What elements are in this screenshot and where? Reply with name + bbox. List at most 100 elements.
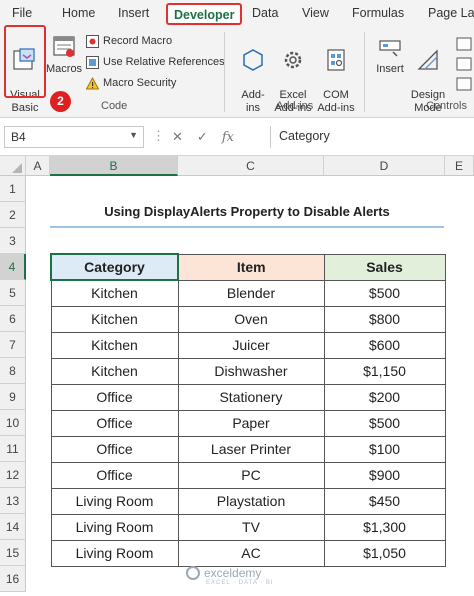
table-row: Office Stationery $200 — [50, 383, 446, 411]
item-cell[interactable]: Blender — [177, 279, 325, 307]
title-underline — [50, 226, 444, 228]
column-header-c[interactable]: C — [178, 156, 324, 176]
ribbon: Visual Basic Macros Record Macro Use Rel… — [0, 28, 474, 118]
category-cell[interactable]: Office — [50, 383, 179, 411]
tab-data[interactable]: Data — [252, 6, 278, 20]
exceldemy-logo-icon — [186, 566, 200, 580]
row-header[interactable]: 10 — [0, 410, 26, 436]
row-header[interactable]: 14 — [0, 514, 26, 540]
row-header[interactable]: 12 — [0, 462, 26, 488]
item-cell[interactable]: AC — [177, 539, 325, 567]
cancel-icon[interactable]: ✕ — [172, 129, 183, 145]
category-cell[interactable]: Office — [50, 461, 179, 489]
sales-cell[interactable]: $200 — [323, 383, 446, 411]
row-header[interactable]: 16 — [0, 566, 26, 592]
tab-developer[interactable]: Developer — [166, 3, 243, 25]
addins-label: Add- ins — [241, 89, 265, 114]
sales-cell[interactable]: $600 — [323, 331, 446, 359]
sales-cell[interactable]: $450 — [323, 487, 446, 515]
item-cell[interactable]: TV — [177, 513, 325, 541]
table-row: Kitchen Blender $500 — [50, 279, 446, 307]
more-options-icon[interactable]: ⋮ — [152, 128, 165, 144]
sales-cell[interactable]: $1,150 — [323, 357, 446, 385]
record-macro-label: Record Macro — [103, 35, 173, 47]
row-header[interactable]: 11 — [0, 436, 26, 462]
column-header-d[interactable]: D — [324, 156, 445, 176]
record-macro-icon — [86, 34, 99, 48]
item-cell[interactable]: PC — [177, 461, 325, 489]
select-all-corner[interactable] — [0, 156, 26, 176]
macro-security-icon — [86, 76, 99, 89]
tab-insert[interactable]: Insert — [118, 6, 149, 20]
record-macro-button[interactable]: Record Macro — [86, 32, 172, 50]
tab-view[interactable]: View — [302, 6, 329, 20]
chevron-down-icon[interactable]: ▼ — [129, 130, 138, 140]
category-cell[interactable]: Kitchen — [50, 305, 179, 333]
header-sales-cell[interactable]: Sales — [323, 253, 446, 281]
macro-security-label: Macro Security — [103, 77, 177, 89]
name-box[interactable]: B4 ▼ — [4, 126, 144, 148]
header-item-cell[interactable]: Item — [177, 253, 325, 281]
category-cell[interactable]: Living Room — [50, 539, 179, 567]
category-cell[interactable]: Kitchen — [50, 279, 179, 307]
group-label-controls: Controls — [426, 100, 467, 112]
column-header-e[interactable]: E — [445, 156, 474, 176]
sales-cell[interactable]: $900 — [323, 461, 446, 489]
category-cell[interactable]: Office — [50, 435, 179, 463]
group-label-code: Code — [101, 100, 128, 112]
insert-label: Insert — [376, 63, 404, 75]
sales-cell[interactable]: $1,300 — [323, 513, 446, 541]
controls-overflow[interactable] — [452, 34, 474, 97]
addins-button[interactable]: Add- ins — [236, 34, 270, 115]
relative-references-icon — [86, 55, 99, 69]
table-row: Kitchen Dishwasher $1,150 — [50, 357, 446, 385]
row-header[interactable]: 6 — [0, 306, 26, 332]
com-addins-icon — [327, 49, 345, 71]
row-header[interactable]: 7 — [0, 332, 26, 358]
tab-file[interactable]: File — [12, 6, 32, 20]
category-cell[interactable]: Office — [50, 409, 179, 437]
use-relative-references-button[interactable]: Use Relative References — [86, 53, 225, 71]
com-addins-button[interactable]: COM Add-ins — [316, 34, 356, 115]
sales-cell[interactable]: $500 — [323, 279, 446, 307]
column-header-b[interactable]: B — [50, 156, 178, 176]
insert-controls-button[interactable]: Insert — [372, 34, 408, 76]
row-header[interactable]: 2 — [0, 202, 26, 228]
row-header[interactable]: 5 — [0, 280, 26, 306]
macros-button[interactable]: Macros — [46, 34, 82, 76]
macro-security-button[interactable]: Macro Security — [86, 74, 176, 92]
column-header-a[interactable]: A — [26, 156, 50, 176]
row-header[interactable]: 1 — [0, 176, 26, 202]
row-header[interactable]: 13 — [0, 488, 26, 514]
table-row: Office PC $900 — [50, 461, 446, 489]
category-cell[interactable]: Living Room — [50, 487, 179, 515]
sales-cell[interactable]: $500 — [323, 409, 446, 437]
item-cell[interactable]: Oven — [177, 305, 325, 333]
category-cell[interactable]: Kitchen — [50, 357, 179, 385]
item-cell[interactable]: Laser Printer — [177, 435, 325, 463]
item-cell[interactable]: Paper — [177, 409, 325, 437]
item-cell[interactable]: Juicer — [177, 331, 325, 359]
item-cell[interactable]: Playstation — [177, 487, 325, 515]
tab-formulas[interactable]: Formulas — [352, 6, 404, 20]
tab-page-layout[interactable]: Page Lay — [428, 6, 474, 20]
row-header[interactable]: 3 — [0, 228, 26, 254]
row-header[interactable]: 4 — [0, 254, 26, 280]
formula-input[interactable]: Category — [270, 126, 474, 148]
sales-cell[interactable]: $800 — [323, 305, 446, 333]
row-header[interactable]: 8 — [0, 358, 26, 384]
row-header[interactable]: 9 — [0, 384, 26, 410]
item-cell[interactable]: Dishwasher — [177, 357, 325, 385]
category-cell[interactable]: Kitchen — [50, 331, 179, 359]
header-category-cell[interactable]: Category — [50, 253, 179, 281]
item-cell[interactable]: Stationery — [177, 383, 325, 411]
row-header[interactable]: 15 — [0, 540, 26, 566]
tab-home[interactable]: Home — [62, 6, 95, 20]
insert-controls-icon — [379, 40, 401, 57]
sales-cell[interactable]: $1,050 — [323, 539, 446, 567]
category-cell[interactable]: Living Room — [50, 513, 179, 541]
exceldemy-watermark: exceldemy EXCEL · DATA · BI — [186, 566, 273, 586]
sales-cell[interactable]: $100 — [323, 435, 446, 463]
enter-icon[interactable]: ✓ — [197, 129, 208, 145]
insert-function-icon[interactable]: fx — [222, 130, 234, 145]
